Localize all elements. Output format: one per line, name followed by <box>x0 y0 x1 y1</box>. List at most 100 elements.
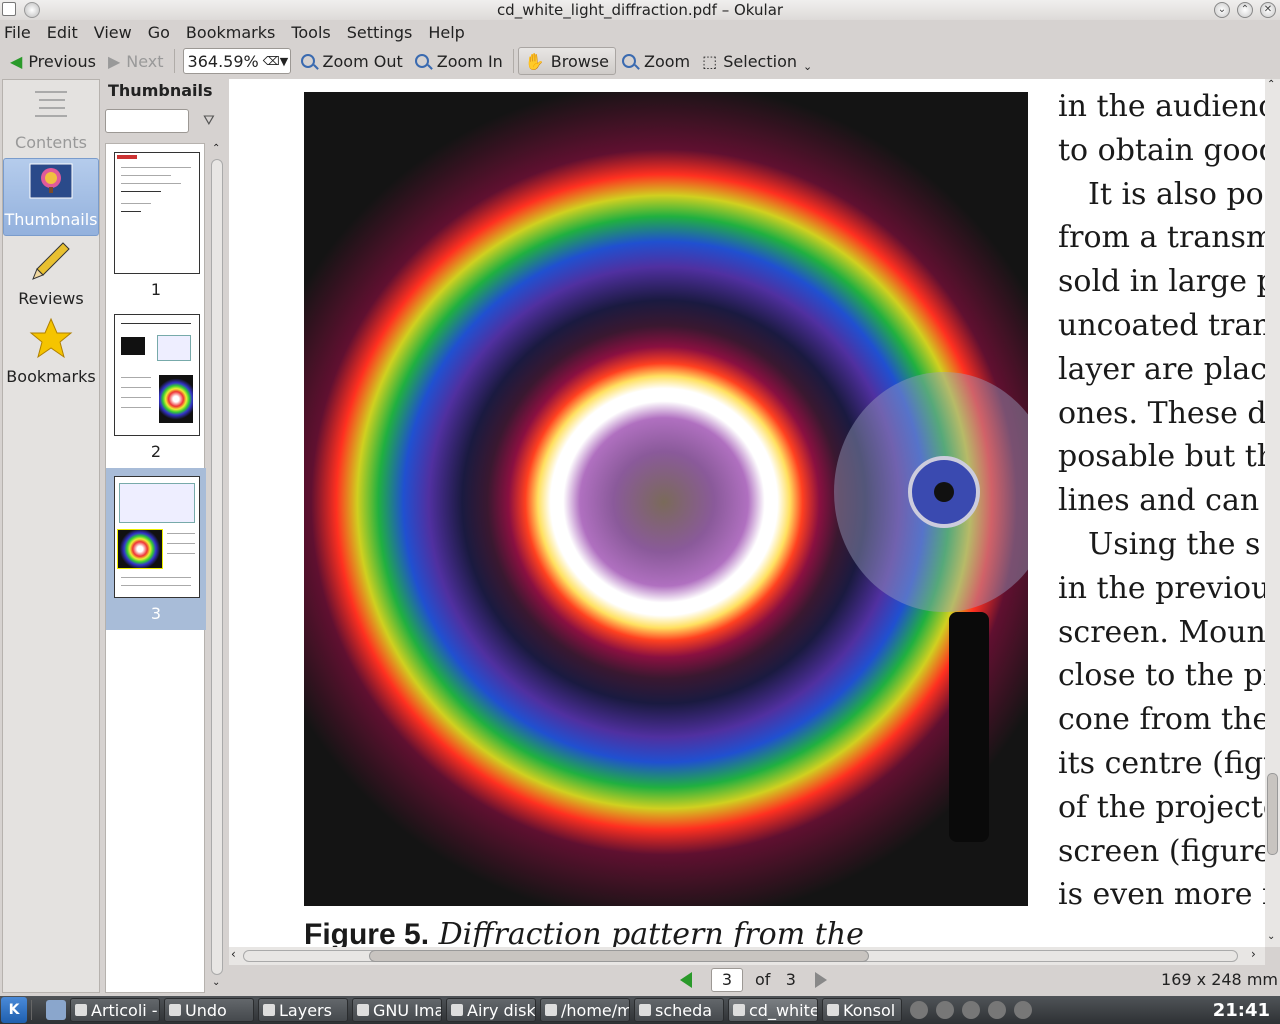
text-line: sold in large p <box>1058 264 1265 300</box>
scroll-up-icon[interactable]: ⌃ <box>212 143 220 154</box>
menu-settings[interactable]: Settings <box>347 23 413 42</box>
sidebar: Contents Thumbnails Reviews Bookmarks <box>2 79 100 993</box>
task-scheda[interactable]: scheda <box>634 998 724 1022</box>
thumbnails-search-input[interactable] <box>105 109 189 133</box>
task-gimp[interactable]: GNU Ima <box>352 998 442 1022</box>
media-icon[interactable] <box>910 1001 928 1019</box>
filter-icon[interactable]: ⛛ <box>203 113 215 129</box>
sidebar-item-reviews[interactable]: Reviews <box>3 236 99 314</box>
network-icon[interactable] <box>988 1001 1006 1019</box>
zoom-tool-icon <box>622 54 637 68</box>
zoom-tool-button[interactable]: Zoom <box>616 47 696 75</box>
selection-tool-button[interactable]: ⬚ Selection <box>696 47 803 75</box>
maximize-icon[interactable]: ⌃ <box>1237 2 1253 18</box>
zoom-in-label: Zoom In <box>436 51 503 71</box>
zoom-label: Zoom <box>644 51 691 71</box>
zoom-combobox[interactable]: 364.59% ⌫ ▼ <box>182 48 291 74</box>
task-airy-disk[interactable]: Airy disk <box>446 998 536 1022</box>
thumbnail-number: 1 <box>150 280 162 299</box>
thumbnail-page-2[interactable]: 2 <box>106 306 206 468</box>
minimize-icon[interactable]: ⌄ <box>1214 2 1230 18</box>
thumbnail-page-3[interactable]: 3 <box>106 468 206 630</box>
pin-icon[interactable] <box>24 2 40 18</box>
menu-view[interactable]: View <box>94 23 132 42</box>
next-page-arrow-icon[interactable] <box>815 972 827 988</box>
thumbnails-scrollbar[interactable]: ⌃ ⌄ <box>209 143 225 993</box>
task-label: Articoli - <box>91 1000 158 1020</box>
task-icon <box>75 1004 87 1016</box>
task-label: /home/m <box>561 1000 630 1020</box>
sidebar-item-contents[interactable]: Contents <box>3 80 99 158</box>
menu-help[interactable]: Help <box>428 23 464 42</box>
page-thumbnail-image <box>114 314 200 436</box>
scroll-down-icon[interactable]: ⌄ <box>1267 931 1275 942</box>
text-line: in the audienc <box>1058 89 1265 124</box>
task-okular[interactable]: cd_white <box>728 998 818 1022</box>
scroll-down-icon[interactable]: ⌄ <box>212 977 220 988</box>
menu-file[interactable]: File <box>4 23 31 42</box>
task-label: Undo <box>185 1000 227 1020</box>
menu-go[interactable]: Go <box>148 23 170 42</box>
menu-edit[interactable]: Edit <box>47 23 78 42</box>
zoom-in-button[interactable]: Zoom In <box>409 47 509 75</box>
task-icon <box>639 1004 651 1016</box>
sidebar-item-label: Thumbnails <box>4 210 98 229</box>
previous-page-arrow-icon[interactable] <box>680 972 692 988</box>
thumbnail-list: 1 2 3 <box>105 143 206 993</box>
text-line: layer are place <box>1058 351 1265 387</box>
system-tray <box>910 1001 1032 1019</box>
text-line: ones. These di <box>1058 395 1265 431</box>
next-button[interactable]: ▶ Next <box>102 47 170 75</box>
hand-icon: ✋ <box>524 51 545 71</box>
text-line: close to the pr <box>1058 658 1265 694</box>
previous-button[interactable]: ◀ Previous <box>4 47 102 75</box>
clock[interactable]: 21:41 <box>1213 1000 1270 1021</box>
volume-icon[interactable] <box>936 1001 954 1019</box>
thumbnail-page-1[interactable]: 1 <box>106 144 206 306</box>
clipboard-icon[interactable] <box>962 1001 980 1019</box>
scroll-left-icon[interactable]: ‹ <box>231 947 236 961</box>
text-line: lines and can b <box>1058 483 1265 519</box>
task-konsole[interactable]: Konsol 2 <box>822 998 902 1022</box>
menu-tools[interactable]: Tools <box>291 23 330 42</box>
star-icon <box>29 317 73 359</box>
text-line: cone from the <box>1058 702 1265 738</box>
clear-icon[interactable]: ⌫ <box>263 54 280 68</box>
scrollbar-handle[interactable] <box>1267 773 1278 855</box>
taskbar-separator <box>31 1000 32 1020</box>
thumbnails-title: Thumbnails <box>108 81 213 100</box>
menu-bookmarks[interactable]: Bookmarks <box>186 23 275 42</box>
close-icon[interactable]: ✕ <box>1260 2 1276 18</box>
sidebar-item-thumbnails[interactable]: Thumbnails <box>3 158 99 236</box>
text-line: It is also po <box>1088 176 1264 212</box>
kde-menu-icon[interactable]: K <box>1 997 27 1023</box>
info-icon[interactable] <box>1014 1001 1032 1019</box>
task-label: Layers <box>279 1000 332 1020</box>
browse-tool-button[interactable]: ✋ Browse <box>517 47 617 75</box>
toolbar-overflow-icon[interactable]: ⌄ <box>803 60 812 73</box>
scroll-right-icon[interactable]: › <box>1251 947 1256 961</box>
task-home[interactable]: /home/m <box>540 998 630 1022</box>
document-horizontal-scrollbar[interactable]: ‹ › <box>229 947 1265 965</box>
document-view[interactable]: in the audienc to obtain good It is also… <box>229 79 1265 947</box>
scroll-up-icon[interactable]: ⌃ <box>1267 79 1275 90</box>
file-manager-icon[interactable] <box>46 1000 66 1020</box>
document-vertical-scrollbar[interactable]: ⌃ ⌄ <box>1265 79 1280 947</box>
chevron-down-icon[interactable]: ▼ <box>280 55 288 68</box>
task-undo[interactable]: Undo <box>164 998 254 1022</box>
sidebar-item-label: Bookmarks <box>6 367 96 386</box>
zoom-out-button[interactable]: Zoom Out <box>295 47 409 75</box>
page-number-input[interactable]: 3 <box>711 968 743 992</box>
task-icon <box>545 1004 557 1016</box>
app-icon[interactable] <box>2 2 16 16</box>
scrollbar-handle[interactable] <box>369 950 869 962</box>
text-line: screen (figure <box>1058 833 1265 869</box>
diffraction-rings-image <box>304 92 1028 906</box>
of-label: of <box>755 970 771 989</box>
sidebar-item-bookmarks[interactable]: Bookmarks <box>3 314 99 392</box>
task-articoli[interactable]: Articoli - <box>70 998 160 1022</box>
text-line: screen. Moun <box>1058 614 1265 650</box>
text-line: uncoated tran <box>1058 307 1265 343</box>
caption-label: Figure 5. <box>304 918 430 947</box>
task-layers[interactable]: Layers <box>258 998 348 1022</box>
